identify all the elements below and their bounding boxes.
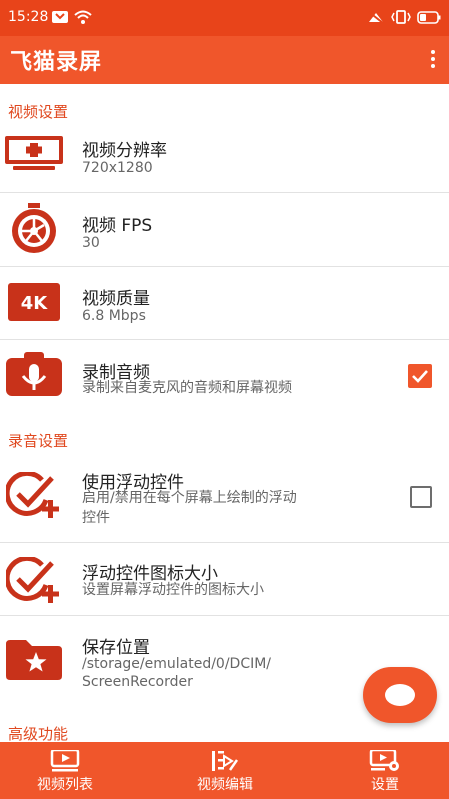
settings-icon — [369, 750, 399, 771]
mail-icon — [52, 11, 68, 27]
setting-video-quality[interactable]: 4K 视频质量 6.8 Mbps — [0, 267, 449, 339]
status-bar: 15:28 — [0, 0, 449, 36]
check-plus-icon — [4, 470, 64, 522]
record-fab-button[interactable] — [363, 667, 437, 723]
save-location-path-line2: ScreenRecorder — [82, 674, 193, 690]
mute-icon — [367, 10, 385, 28]
record-audio-desc: 录制来自麦克风的音频和屏幕视频 — [82, 380, 292, 396]
nav-settings-label: 设置 — [371, 777, 399, 793]
nav-video-list-label: 视频列表 — [37, 777, 93, 793]
4k-icon: 4K — [8, 283, 66, 333]
setting-floating-control[interactable]: 使用浮动控件 启用/禁用在每个屏幕上绘制的浮动 控件 — [0, 452, 449, 542]
vibrate-icon — [391, 10, 411, 28]
record-dot-icon — [385, 684, 415, 706]
setting-floating-icon-size[interactable]: 浮动控件图标大小 设置屏幕浮动控件的图标大小 — [0, 543, 449, 615]
floating-control-checkbox[interactable] — [410, 486, 432, 508]
status-time: 15:28 — [8, 9, 49, 25]
save-location-path-line1: /storage/emulated/0/DCIM/ — [82, 656, 272, 672]
check-plus-icon — [4, 555, 64, 607]
record-audio-checkbox[interactable] — [408, 364, 432, 388]
fps-value: 30 — [82, 235, 100, 251]
video-edit-icon — [212, 751, 239, 771]
nav-video-edit-label: 视频编辑 — [197, 777, 253, 793]
setting-video-resolution[interactable]: 视频分辨率 720x1280 — [0, 122, 449, 192]
stopwatch-icon — [8, 203, 66, 253]
nav-video-list[interactable]: 视频列表 — [0, 742, 130, 799]
section-audio-settings: 录音设置 — [8, 432, 69, 450]
app-bar: 飞猫录屏 — [0, 36, 449, 84]
battery-icon — [417, 10, 441, 28]
floating-control-desc-line2: 控件 — [82, 510, 110, 526]
setting-video-fps[interactable]: 视频 FPS 30 — [0, 193, 449, 266]
nav-video-edit[interactable]: 视频编辑 — [160, 742, 290, 799]
bottom-navigation: 视频列表 视频编辑 设置 — [0, 742, 449, 799]
video-list-icon — [50, 750, 80, 772]
section-video-settings: 视频设置 — [8, 103, 69, 121]
screen-plus-icon — [5, 134, 63, 184]
floating-control-desc-line1: 启用/禁用在每个屏幕上绘制的浮动 — [82, 490, 297, 506]
svg-text:4K: 4K — [21, 293, 49, 314]
wifi-icon — [74, 10, 92, 28]
setting-record-audio[interactable]: 录制音频 录制来自麦克风的音频和屏幕视频 — [0, 340, 449, 412]
floating-icon-size-desc: 设置屏幕浮动控件的图标大小 — [82, 582, 264, 598]
quality-value: 6.8 Mbps — [82, 308, 146, 324]
more-vertical-icon[interactable] — [423, 44, 443, 74]
microphone-icon — [6, 352, 64, 402]
app-title: 飞猫录屏 — [10, 50, 103, 75]
section-advanced: 高级功能 — [8, 725, 69, 743]
folder-star-icon — [6, 640, 64, 690]
nav-settings[interactable]: 设置 — [320, 742, 449, 799]
resolution-value: 720x1280 — [82, 160, 153, 176]
